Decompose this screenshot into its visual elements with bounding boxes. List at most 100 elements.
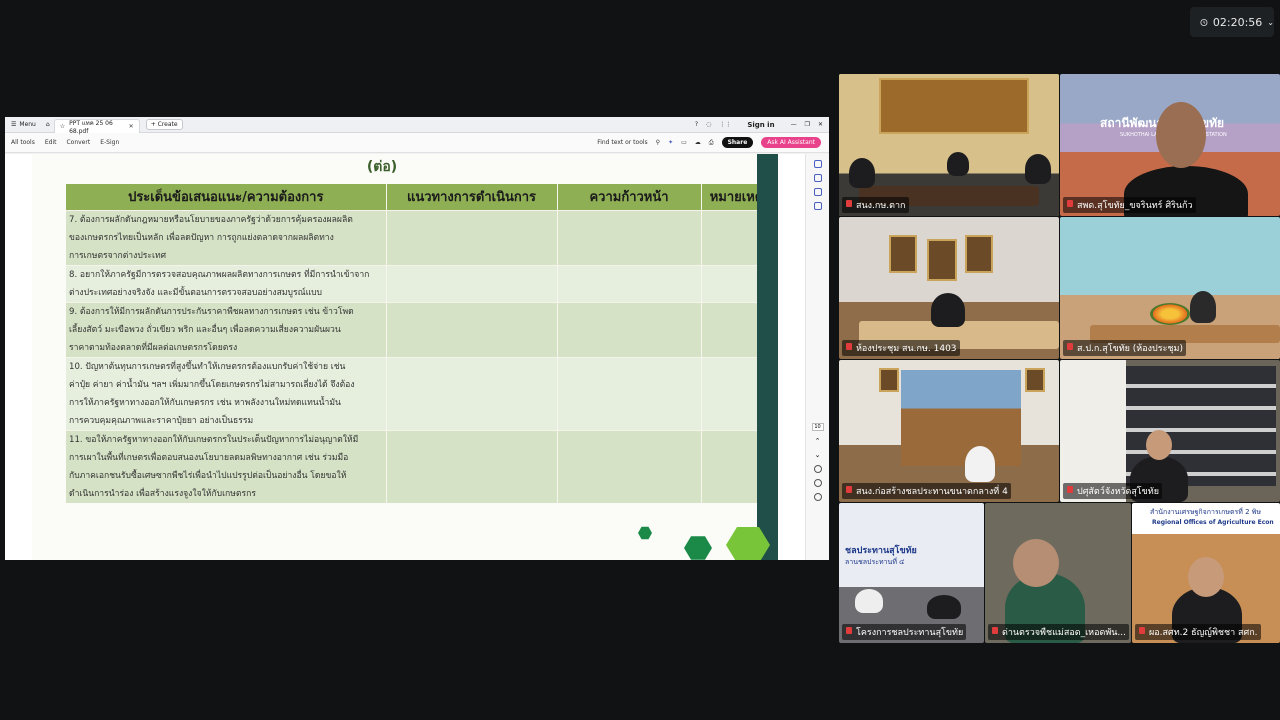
- create-button[interactable]: + Create: [145, 119, 183, 130]
- issue-cell: 11. ขอให้ภาครัฐหาทางออกให้กับเกษตรกรในปร…: [66, 429, 387, 503]
- minimize-icon[interactable]: —: [791, 121, 797, 128]
- scroll-up-icon[interactable]: ⌃: [814, 437, 822, 445]
- chevron-down-icon[interactable]: ⌄: [1267, 18, 1274, 27]
- video-tile-8[interactable]: ด่านตรวจพืชแม่สอด_เหอดพัน...: [985, 503, 1131, 643]
- video-tile-1[interactable]: สนง.กษ.ตาก: [839, 74, 1059, 216]
- find-label[interactable]: Find text or tools: [597, 139, 647, 146]
- help-icon[interactable]: ?: [695, 121, 698, 128]
- chair: [1190, 291, 1216, 323]
- approach-cell: [386, 209, 558, 265]
- video-tile-9[interactable]: สำนักงานเศรษฐกิจการเกษตรที่ 2 พิษ Region…: [1132, 503, 1280, 643]
- upload-icon[interactable]: ☁: [695, 139, 701, 146]
- portrait-frame: [889, 235, 917, 273]
- apps-icon[interactable]: ⋮⋮: [719, 121, 731, 128]
- shared-pdf-window: ☰ Menu ⌂ ☆ PPT แทค 25 06 68.pdf ✕ + Crea…: [5, 117, 829, 560]
- portrait-frame: [1025, 368, 1045, 392]
- table-header-row: ประเด็นข้อเสนอแนะ/ความต้องการ แนวทางการด…: [66, 184, 773, 210]
- portrait-frame: [927, 239, 957, 281]
- bookmark-icon[interactable]: [813, 188, 822, 196]
- refresh-icon[interactable]: [813, 465, 822, 473]
- toolbar-all-tools[interactable]: All tools: [11, 139, 35, 146]
- pdf-toolbar: All tools Edit Convert E-Sign Find text …: [5, 133, 829, 153]
- issue-line: ต่างประเทศอย่างจริงจัง และมีขั้นตอนการตร…: [69, 287, 323, 298]
- portrait-frame: [879, 368, 899, 392]
- restore-icon[interactable]: ❐: [805, 121, 810, 128]
- pages-icon[interactable]: [813, 202, 822, 210]
- issue-line: การเผาในพื้นที่เกษตรเพื่อตอบสนองนโยบายลด…: [69, 452, 349, 463]
- page-number-field[interactable]: 10: [811, 423, 824, 431]
- share-button[interactable]: Share: [721, 137, 754, 148]
- header-progress: ความก้าวหน้า: [557, 184, 702, 210]
- toolbar-convert[interactable]: Convert: [66, 139, 90, 146]
- participant: [927, 595, 961, 619]
- header-issue: ประเด็นข้อเสนอแนะ/ความต้องการ: [66, 184, 387, 210]
- issue-line: การให้ภาครัฐหาทางออกให้กับเกษตรกร เช่น ห…: [69, 397, 341, 408]
- close-tab-icon[interactable]: ✕: [129, 123, 134, 130]
- video-tile-6[interactable]: ปศุสัตว์จังหวัดสุโขทัย: [1060, 360, 1280, 502]
- zoom-out-icon[interactable]: [813, 493, 822, 501]
- participant: [965, 446, 995, 482]
- issue-line: ราคาตามท้องตลาดที่มีผลต่อเกษตรกรโดยตรง: [69, 342, 238, 353]
- issue-line: 8. อยากให้ภาครัฐมีการตรวจสอบคุณภาพผลผลิต…: [69, 269, 370, 280]
- video-tile-2[interactable]: สถานีพัฒนาที่ดินสุโขทัย SUKHOTHAI LAND D…: [1060, 74, 1280, 216]
- participant: [849, 158, 875, 188]
- slide-accent-bar: [757, 154, 778, 560]
- header-approach: แนวทางการดำเนินการ: [386, 184, 558, 210]
- participant-head: [1146, 430, 1172, 460]
- issue-line: ของเกษตรกรไทยเป็นหลัก เพื่อลดปัญหา การถู…: [69, 232, 334, 243]
- document-tab[interactable]: ☆ PPT แทค 25 06 68.pdf ✕: [53, 118, 140, 135]
- video-tile-7[interactable]: ชลประทานสุโขทัย ลานชลประทานที่ ๔ โครงการ…: [839, 503, 984, 643]
- participant: [931, 293, 965, 327]
- clock-icon: [1200, 18, 1208, 26]
- menu-label: Menu: [19, 121, 36, 128]
- portrait-frame: [965, 235, 993, 273]
- ai-assistant-button[interactable]: Ask AI Assistant: [761, 137, 821, 148]
- comment-icon[interactable]: [813, 160, 822, 168]
- banner-subtitle: Regional Offices of Agriculture Econ: [1152, 519, 1274, 526]
- ai-sparkle-icon[interactable]: ✦: [668, 139, 673, 146]
- toolbar-edit[interactable]: Edit: [45, 139, 57, 146]
- issue-cell: 10. ปัญหาต้นทุนการเกษตรที่สูงขึ้นทำให้เก…: [66, 356, 387, 430]
- issue-line: 11. ขอให้ภาครัฐหาทางออกให้กับเกษตรกรในปร…: [69, 434, 359, 445]
- zoom-in-icon[interactable]: [813, 479, 822, 487]
- tile-name-label: สนง.กษ.ตาก: [842, 197, 909, 213]
- issue-line: การควบคุมคุณภาพและราคาปุ๋ยยา อย่างเป็นธร…: [69, 415, 254, 426]
- video-tile-3[interactable]: ห้องประชุม สน.กษ. 1403: [839, 217, 1059, 359]
- hamburger-icon: ☰: [11, 121, 17, 128]
- table-body: 7. ต้องการผลักดันกฎหมายหรือนโยบายของภาคร…: [66, 209, 773, 503]
- star-icon[interactable]: ☆: [60, 123, 65, 130]
- tile-name-label: ห้องประชุม สน.กษ. 1403: [842, 340, 960, 356]
- banner-title: ชลประทานสุโขทัย: [845, 546, 917, 556]
- table-row: 10. ปัญหาต้นทุนการเกษตรที่สูงขึ้นทำให้เก…: [66, 356, 773, 430]
- participant-head: [1156, 102, 1206, 168]
- flower-decoration: [1150, 303, 1190, 325]
- progress-cell: [557, 264, 702, 302]
- table-row: 9. ต้องการให้มีการผลักดันการประกันราคาพื…: [66, 301, 773, 357]
- sign-in-button[interactable]: Sign in: [747, 121, 774, 129]
- print-icon[interactable]: ⎙: [709, 139, 714, 147]
- issue-cell: 8. อยากให้ภาครัฐมีการตรวจสอบคุณภาพผลผลิต…: [66, 264, 387, 302]
- toolbar-esign[interactable]: E-Sign: [100, 139, 119, 146]
- save-icon[interactable]: ▭: [681, 139, 687, 146]
- video-tile-5[interactable]: สนง.ก่อสร้างชลประทานขนาดกลางที่ 4: [839, 360, 1059, 502]
- organize-icon[interactable]: [813, 174, 822, 182]
- search-icon[interactable]: ⚲: [656, 139, 660, 146]
- create-label: Create: [157, 121, 178, 128]
- meeting-screen: 02:20:56 ⌄ ☰ Menu ⌂ ☆ PPT แทค 25 06 68.p…: [0, 0, 1280, 720]
- home-icon[interactable]: ⌂: [46, 121, 50, 128]
- hexagon-decoration: [684, 536, 712, 560]
- banner-subtitle: ลานชลประทานที่ ๔: [845, 558, 905, 566]
- close-window-icon[interactable]: ✕: [818, 121, 823, 128]
- menu-button[interactable]: ☰ Menu: [5, 121, 42, 128]
- issue-line: ดำเนินการนำร่อง เพื่อสร้างแรงจูงใจให้กับ…: [69, 488, 256, 499]
- issue-line: 10. ปัญหาต้นทุนการเกษตรที่สูงขึ้นทำให้เก…: [69, 361, 346, 372]
- video-tile-4[interactable]: ส.ป.ก.สุโขทัย (ห้องประชุม): [1060, 217, 1280, 359]
- bell-icon[interactable]: ◌: [706, 121, 711, 128]
- scroll-down-icon[interactable]: ⌄: [814, 451, 822, 459]
- progress-cell: [557, 356, 702, 430]
- document-viewport[interactable]: (ต่อ) ประเด็นข้อเสนอแนะ/ความต้องการ แนวท…: [5, 154, 805, 560]
- table-row: 7. ต้องการผลักดันกฎหมายหรือนโยบายของภาคร…: [66, 209, 773, 265]
- meeting-timer[interactable]: 02:20:56 ⌄: [1190, 7, 1274, 37]
- participant-head: [1188, 557, 1224, 597]
- tile-name-label: ส.ป.ก.สุโขทัย (ห้องประชุม): [1063, 340, 1186, 356]
